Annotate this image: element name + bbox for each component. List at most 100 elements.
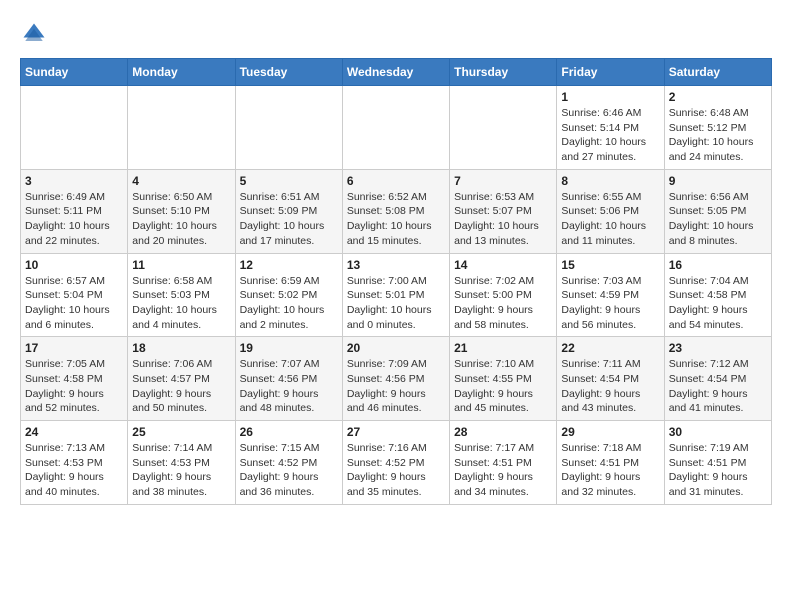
day-info: Sunrise: 7:07 AMSunset: 4:56 PMDaylight:… bbox=[240, 357, 338, 416]
calendar-cell: 19 Sunrise: 7:07 AMSunset: 4:56 PMDayligh… bbox=[235, 337, 342, 421]
day-info: Sunrise: 6:46 AMSunset: 5:14 PMDaylight:… bbox=[561, 106, 659, 165]
day-info: Sunrise: 7:05 AMSunset: 4:58 PMDaylight:… bbox=[25, 357, 123, 416]
calendar-week-2: 3 Sunrise: 6:49 AMSunset: 5:11 PMDaylight… bbox=[21, 169, 772, 253]
calendar-cell: 1 Sunrise: 6:46 AMSunset: 5:14 PMDaylight… bbox=[557, 86, 664, 170]
day-number: 22 bbox=[561, 341, 659, 355]
day-number: 9 bbox=[669, 174, 767, 188]
day-info: Sunrise: 7:06 AMSunset: 4:57 PMDaylight:… bbox=[132, 357, 230, 416]
calendar-table: SundayMondayTuesdayWednesdayThursdayFrid… bbox=[20, 58, 772, 505]
day-header-thursday: Thursday bbox=[450, 59, 557, 86]
day-number: 8 bbox=[561, 174, 659, 188]
day-number: 4 bbox=[132, 174, 230, 188]
calendar-cell: 4 Sunrise: 6:50 AMSunset: 5:10 PMDaylight… bbox=[128, 169, 235, 253]
calendar-cell: 12Sunrise: 6:59 AMSunset: 5:02 PMDayligh… bbox=[235, 253, 342, 337]
day-info: Sunrise: 7:04 AMSunset: 4:58 PMDaylight:… bbox=[669, 274, 767, 333]
day-info: Sunrise: 7:13 AMSunset: 4:53 PMDaylight:… bbox=[25, 441, 123, 500]
day-number: 26 bbox=[240, 425, 338, 439]
calendar-week-5: 24 Sunrise: 7:13 AMSunset: 4:53 PMDayligh… bbox=[21, 421, 772, 505]
calendar-cell: 6Sunrise: 6:52 AMSunset: 5:08 PMDaylight… bbox=[342, 169, 449, 253]
day-info: Sunrise: 7:16 AMSunset: 4:52 PMDaylight:… bbox=[347, 441, 445, 500]
calendar-cell: 26 Sunrise: 7:15 AMSunset: 4:52 PMDayligh… bbox=[235, 421, 342, 505]
day-header-saturday: Saturday bbox=[664, 59, 771, 86]
calendar-cell: 13 Sunrise: 7:00 AMSunset: 5:01 PMDayligh… bbox=[342, 253, 449, 337]
calendar-cell: 21 Sunrise: 7:10 AMSunset: 4:55 PMDayligh… bbox=[450, 337, 557, 421]
day-info: Sunrise: 7:17 AMSunset: 4:51 PMDaylight:… bbox=[454, 441, 552, 500]
day-info: Sunrise: 7:00 AMSunset: 5:01 PMDaylight:… bbox=[347, 274, 445, 333]
day-number: 10 bbox=[25, 258, 123, 272]
day-number: 24 bbox=[25, 425, 123, 439]
day-info: Sunrise: 7:14 AMSunset: 4:53 PMDaylight:… bbox=[132, 441, 230, 500]
day-number: 20 bbox=[347, 341, 445, 355]
calendar-cell: 20 Sunrise: 7:09 AMSunset: 4:56 PMDayligh… bbox=[342, 337, 449, 421]
calendar-week-3: 10 Sunrise: 6:57 AMSunset: 5:04 PMDayligh… bbox=[21, 253, 772, 337]
calendar-cell bbox=[128, 86, 235, 170]
day-info: Sunrise: 6:49 AMSunset: 5:11 PMDaylight:… bbox=[25, 190, 123, 249]
day-info: Sunrise: 7:03 AMSunset: 4:59 PMDaylight:… bbox=[561, 274, 659, 333]
day-number: 29 bbox=[561, 425, 659, 439]
day-header-tuesday: Tuesday bbox=[235, 59, 342, 86]
day-number: 27 bbox=[347, 425, 445, 439]
day-number: 18 bbox=[132, 341, 230, 355]
day-info: Sunrise: 7:15 AMSunset: 4:52 PMDaylight:… bbox=[240, 441, 338, 500]
calendar-cell bbox=[342, 86, 449, 170]
day-number: 14 bbox=[454, 258, 552, 272]
day-number: 13 bbox=[347, 258, 445, 272]
calendar-week-1: 1 Sunrise: 6:46 AMSunset: 5:14 PMDaylight… bbox=[21, 86, 772, 170]
calendar-cell: 24 Sunrise: 7:13 AMSunset: 4:53 PMDayligh… bbox=[21, 421, 128, 505]
day-info: Sunrise: 7:18 AMSunset: 4:51 PMDaylight:… bbox=[561, 441, 659, 500]
calendar-cell: 8 Sunrise: 6:55 AMSunset: 5:06 PMDaylight… bbox=[557, 169, 664, 253]
day-number: 19 bbox=[240, 341, 338, 355]
day-number: 5 bbox=[240, 174, 338, 188]
day-header-sunday: Sunday bbox=[21, 59, 128, 86]
day-info: Sunrise: 6:57 AMSunset: 5:04 PMDaylight:… bbox=[25, 274, 123, 333]
day-number: 7 bbox=[454, 174, 552, 188]
day-info: Sunrise: 7:02 AMSunset: 5:00 PMDaylight:… bbox=[454, 274, 552, 333]
calendar-cell: 30Sunrise: 7:19 AMSunset: 4:51 PMDayligh… bbox=[664, 421, 771, 505]
calendar-cell: 2 Sunrise: 6:48 AMSunset: 5:12 PMDaylight… bbox=[664, 86, 771, 170]
day-number: 21 bbox=[454, 341, 552, 355]
calendar-week-4: 17 Sunrise: 7:05 AMSunset: 4:58 PMDayligh… bbox=[21, 337, 772, 421]
calendar-cell bbox=[235, 86, 342, 170]
day-info: Sunrise: 6:59 AMSunset: 5:02 PMDaylight:… bbox=[240, 274, 338, 333]
page-header bbox=[20, 20, 772, 48]
day-info: Sunrise: 6:58 AMSunset: 5:03 PMDaylight:… bbox=[132, 274, 230, 333]
calendar-cell: 11 Sunrise: 6:58 AMSunset: 5:03 PMDayligh… bbox=[128, 253, 235, 337]
day-number: 16 bbox=[669, 258, 767, 272]
day-info: Sunrise: 6:51 AMSunset: 5:09 PMDaylight:… bbox=[240, 190, 338, 249]
calendar-cell: 23Sunrise: 7:12 AMSunset: 4:54 PMDayligh… bbox=[664, 337, 771, 421]
day-info: Sunrise: 6:53 AMSunset: 5:07 PMDaylight:… bbox=[454, 190, 552, 249]
day-header-monday: Monday bbox=[128, 59, 235, 86]
day-number: 1 bbox=[561, 90, 659, 104]
day-number: 2 bbox=[669, 90, 767, 104]
calendar-cell: 22Sunrise: 7:11 AMSunset: 4:54 PMDayligh… bbox=[557, 337, 664, 421]
logo-icon bbox=[20, 20, 48, 48]
day-header-wednesday: Wednesday bbox=[342, 59, 449, 86]
day-number: 6 bbox=[347, 174, 445, 188]
day-info: Sunrise: 7:10 AMSunset: 4:55 PMDaylight:… bbox=[454, 357, 552, 416]
calendar-cell: 25 Sunrise: 7:14 AMSunset: 4:53 PMDayligh… bbox=[128, 421, 235, 505]
day-number: 11 bbox=[132, 258, 230, 272]
day-number: 28 bbox=[454, 425, 552, 439]
logo bbox=[20, 20, 52, 48]
day-info: Sunrise: 6:50 AMSunset: 5:10 PMDaylight:… bbox=[132, 190, 230, 249]
calendar-cell: 15 Sunrise: 7:03 AMSunset: 4:59 PMDayligh… bbox=[557, 253, 664, 337]
day-info: Sunrise: 6:55 AMSunset: 5:06 PMDaylight:… bbox=[561, 190, 659, 249]
day-number: 15 bbox=[561, 258, 659, 272]
day-info: Sunrise: 7:19 AMSunset: 4:51 PMDaylight:… bbox=[669, 441, 767, 500]
calendar-cell: 17 Sunrise: 7:05 AMSunset: 4:58 PMDayligh… bbox=[21, 337, 128, 421]
calendar-cell: 28 Sunrise: 7:17 AMSunset: 4:51 PMDayligh… bbox=[450, 421, 557, 505]
day-number: 3 bbox=[25, 174, 123, 188]
day-number: 25 bbox=[132, 425, 230, 439]
calendar-cell: 18 Sunrise: 7:06 AMSunset: 4:57 PMDayligh… bbox=[128, 337, 235, 421]
day-number: 17 bbox=[25, 341, 123, 355]
day-header-friday: Friday bbox=[557, 59, 664, 86]
calendar-cell: 5 Sunrise: 6:51 AMSunset: 5:09 PMDaylight… bbox=[235, 169, 342, 253]
calendar-header-row: SundayMondayTuesdayWednesdayThursdayFrid… bbox=[21, 59, 772, 86]
calendar-cell: 3 Sunrise: 6:49 AMSunset: 5:11 PMDaylight… bbox=[21, 169, 128, 253]
calendar-cell: 14 Sunrise: 7:02 AMSunset: 5:00 PMDayligh… bbox=[450, 253, 557, 337]
calendar-cell: 7 Sunrise: 6:53 AMSunset: 5:07 PMDaylight… bbox=[450, 169, 557, 253]
calendar-cell: 10 Sunrise: 6:57 AMSunset: 5:04 PMDayligh… bbox=[21, 253, 128, 337]
day-info: Sunrise: 6:48 AMSunset: 5:12 PMDaylight:… bbox=[669, 106, 767, 165]
calendar-cell: 9Sunrise: 6:56 AMSunset: 5:05 PMDaylight… bbox=[664, 169, 771, 253]
day-info: Sunrise: 7:09 AMSunset: 4:56 PMDaylight:… bbox=[347, 357, 445, 416]
